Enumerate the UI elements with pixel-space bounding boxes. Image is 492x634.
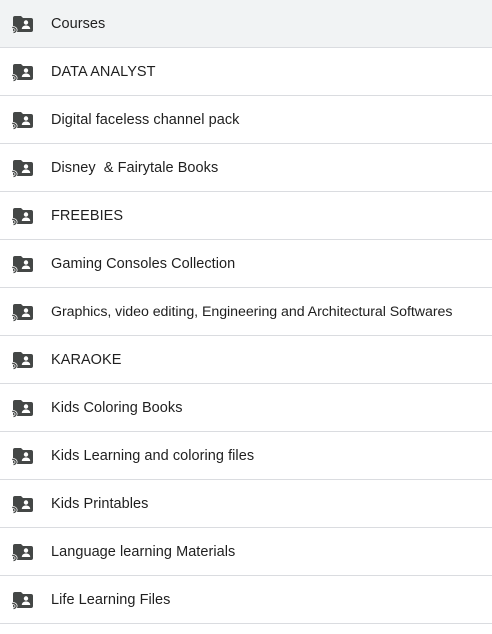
folder-row-kids-coloring-books[interactable]: Kids Coloring Books [0, 384, 492, 432]
shared-folder-icon [11, 112, 33, 130]
folder-name: DATA ANALYST [51, 63, 156, 80]
shared-folder-icon [11, 448, 33, 466]
shared-folder-icon [11, 304, 33, 322]
shared-folder-icon [11, 400, 33, 418]
folder-name: Digital faceless channel pack [51, 111, 240, 128]
folder-name: Kids Printables [51, 495, 149, 512]
folder-name: FREEBIES [51, 207, 124, 224]
shared-folder-icon [11, 160, 33, 178]
folder-name: Life Learning Files [51, 591, 171, 608]
shared-folder-icon [11, 256, 33, 274]
folder-row-karaoke[interactable]: KARAOKE [0, 336, 492, 384]
shared-folder-icon [11, 208, 33, 226]
shared-folder-icon [11, 64, 33, 82]
folder-name: Language learning Materials [51, 543, 236, 560]
folder-row-digital-faceless-channel-pack[interactable]: Digital faceless channel pack [0, 96, 492, 144]
folder-row-language-learning-materials[interactable]: Language learning Materials [0, 528, 492, 576]
folder-name: Courses [51, 15, 106, 32]
folder-name: Disney & Fairytale Books [51, 159, 219, 176]
folder-row-kids-printables[interactable]: Kids Printables [0, 480, 492, 528]
folder-row-disney-fairytale-books[interactable]: Disney & Fairytale Books [0, 144, 492, 192]
folder-list: Courses DATA ANALYST Digital faceless ch… [0, 0, 492, 634]
folder-row-courses[interactable]: Courses [0, 0, 492, 48]
folder-row-freebies[interactable]: FREEBIES [0, 192, 492, 240]
folder-name: Kids Coloring Books [51, 399, 183, 416]
shared-folder-icon [11, 592, 33, 610]
folder-name: Graphics, video editing, Engineering and… [51, 303, 453, 320]
folder-row-data-analyst[interactable]: DATA ANALYST [0, 48, 492, 96]
folder-name: Gaming Consoles Collection [51, 255, 236, 272]
shared-folder-icon [11, 16, 33, 34]
folder-row-graphics-software[interactable]: Graphics, video editing, Engineering and… [0, 288, 492, 336]
folder-name: Kids Learning and coloring files [51, 447, 255, 464]
shared-folder-icon [11, 496, 33, 514]
folder-row-life-learning-files[interactable]: Life Learning Files [0, 576, 492, 624]
shared-folder-icon [11, 352, 33, 370]
folder-row-gaming-consoles-collection[interactable]: Gaming Consoles Collection [0, 240, 492, 288]
folder-row-kids-learning-and-coloring-files[interactable]: Kids Learning and coloring files [0, 432, 492, 480]
folder-name: KARAOKE [51, 351, 122, 368]
shared-folder-icon [11, 544, 33, 562]
